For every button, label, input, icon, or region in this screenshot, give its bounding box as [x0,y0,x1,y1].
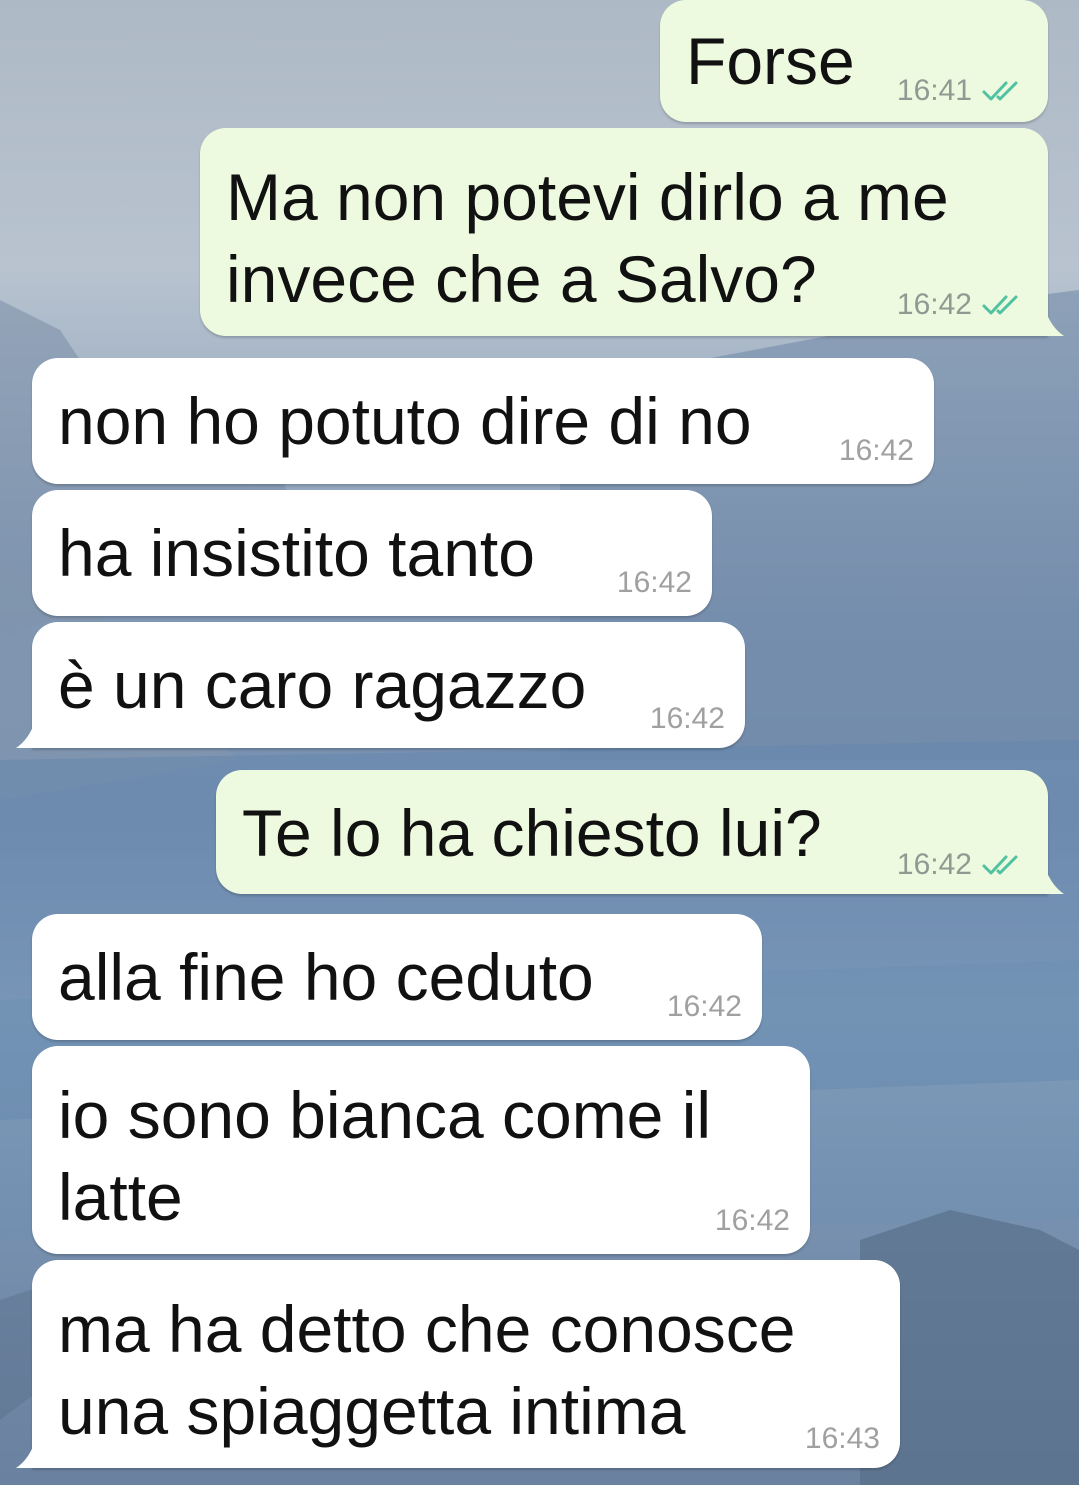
message-bubble-incoming[interactable]: io sono bianca come il latte 16:42 [32,1046,810,1254]
message-meta: 16:42 [650,702,725,736]
message-time: 16:43 [804,1422,880,1455]
double-check-icon [982,81,1018,101]
message-time: 16:41 [896,74,972,107]
message-text-line: una spiaggetta intima [58,1374,686,1448]
message-text-line: ma ha detto che conosce [58,1292,796,1366]
message-bubble-incoming[interactable]: ma ha detto che conosce una spiaggetta i… [32,1260,900,1468]
bubble-tail [16,1444,34,1468]
message-text: Te lo ha chiesto lui? [242,796,822,870]
message-text: ha insistito tanto [58,516,535,590]
message-meta: 16:43 [805,1422,880,1456]
bubble-tail [1046,870,1064,894]
message-time: 16:42 [649,702,725,735]
message-meta: 16:42 [839,434,914,468]
double-check-icon [982,855,1018,875]
message-text-line: Ma non potevi dirlo a me [226,160,949,234]
message-text: alla fine ho ceduto [58,940,594,1014]
message-bubble-outgoing[interactable]: Forse 16:41 [660,0,1048,122]
message-text: Forse [686,24,855,98]
message-text-line: latte [58,1160,183,1234]
message-time: 16:42 [838,434,914,467]
message-bubble-incoming[interactable]: alla fine ho ceduto 16:42 [32,914,762,1040]
message-meta: 16:41 [897,74,1026,108]
message-time: 16:42 [896,848,972,881]
message-bubble-incoming[interactable]: non ho potuto dire di no 16:42 [32,358,934,484]
message-meta: 16:42 [715,1204,790,1238]
bubble-tail [1046,312,1064,336]
double-check-icon [982,295,1018,315]
message-meta: 16:42 [897,848,1026,882]
message-meta: 16:42 [667,990,742,1024]
message-text: non ho potuto dire di no [58,384,752,458]
message-time: 16:42 [896,288,972,321]
message-time: 16:42 [714,1204,790,1237]
message-text: è un caro ragazzo [58,648,587,722]
message-meta: 16:42 [897,288,1026,322]
message-time: 16:42 [666,990,742,1023]
message-bubble-outgoing[interactable]: Ma non potevi dirlo a me invece che a Sa… [200,128,1048,336]
message-meta: 16:42 [617,566,692,600]
message-bubble-outgoing[interactable]: Te lo ha chiesto lui? 16:42 [216,770,1048,894]
message-bubble-incoming[interactable]: ha insistito tanto 16:42 [32,490,712,616]
message-time: 16:42 [616,566,692,599]
message-text-line: io sono bianca come il [58,1078,712,1152]
bubble-tail [16,724,34,748]
message-text-line: invece che a Salvo? [226,242,817,316]
message-bubble-incoming[interactable]: è un caro ragazzo 16:42 [32,622,745,748]
